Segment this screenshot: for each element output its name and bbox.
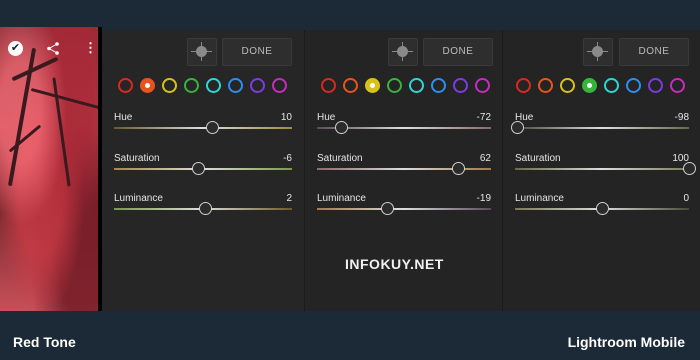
slider-handle[interactable] (683, 162, 696, 175)
slider-label: Luminance (317, 193, 366, 204)
slider-track[interactable] (515, 168, 689, 170)
slider-value: -98 (674, 112, 689, 123)
slider-handle[interactable] (335, 121, 349, 134)
slider-label: Hue (317, 112, 336, 123)
slider-value: -6 (283, 153, 292, 164)
red-forest-photo (0, 27, 102, 311)
share-icon[interactable] (47, 42, 59, 55)
done-button[interactable]: DONE (619, 38, 689, 66)
color-swatch[interactable] (118, 78, 133, 93)
color-swatch[interactable] (140, 78, 155, 93)
targeted-adjustment-button[interactable] (388, 38, 418, 66)
done-button[interactable]: DONE (222, 38, 292, 66)
color-swatch[interactable] (387, 78, 402, 93)
more-vertical-icon[interactable]: ⋮ (84, 41, 97, 54)
slider-handle[interactable] (198, 202, 212, 215)
color-swatch[interactable] (648, 78, 663, 93)
caption-red-tone: Red Tone (13, 334, 76, 350)
color-swatch[interactable] (250, 78, 265, 93)
targeted-adjustment-button[interactable] (583, 38, 613, 66)
panel-toolbar: DONE (305, 38, 503, 66)
color-swatch[interactable] (582, 78, 597, 93)
hsl-panel-red: DONE Hue 10 Saturation -6 Luminance 2 (102, 30, 304, 311)
slider-label: Saturation (317, 153, 363, 164)
color-swatch[interactable] (228, 78, 243, 93)
color-swatch[interactable] (343, 78, 358, 93)
color-swatch[interactable] (560, 78, 575, 93)
slider-value: -72 (476, 112, 491, 123)
slider-value: 0 (683, 193, 689, 204)
hsl-panel-green: DONE Hue -98 Saturation 100 Luminance 0 (502, 30, 700, 311)
color-swatch[interactable] (670, 78, 685, 93)
slider-label: Saturation (515, 153, 561, 164)
slider-handle[interactable] (191, 162, 205, 175)
slider-value: 2 (286, 193, 292, 204)
slider-value: -19 (476, 193, 491, 204)
slider-handle[interactable] (596, 202, 609, 215)
slider-label: Luminance (515, 193, 564, 204)
slider-value: 62 (479, 153, 491, 164)
slider-label: Hue (114, 112, 133, 123)
slider-label: Saturation (114, 153, 160, 164)
slider-track[interactable] (317, 208, 491, 210)
slider-value: 10 (280, 112, 292, 123)
caption-lightroom-mobile: Lightroom Mobile (567, 334, 685, 350)
color-swatch[interactable] (453, 78, 468, 93)
color-swatch[interactable] (516, 78, 531, 93)
color-swatch[interactable] (626, 78, 641, 93)
watermark: INFOKUY.NET (345, 256, 444, 272)
targeted-adjustment-button[interactable] (187, 38, 217, 66)
panel-toolbar: DONE (102, 38, 304, 66)
slider-handle[interactable] (510, 121, 524, 134)
slider-handle[interactable] (451, 162, 465, 175)
done-button[interactable]: DONE (423, 38, 493, 66)
slider-label: Luminance (114, 193, 163, 204)
color-swatch[interactable] (162, 78, 177, 93)
panel-toolbar: DONE (503, 38, 700, 66)
slider-track[interactable] (515, 127, 689, 129)
slider-track[interactable] (114, 127, 292, 129)
color-swatch[interactable] (272, 78, 287, 93)
check-circle-icon[interactable]: ✔ (8, 41, 23, 56)
color-swatch[interactable] (206, 78, 221, 93)
color-swatch[interactable] (538, 78, 553, 93)
color-swatch[interactable] (321, 78, 336, 93)
slider-handle[interactable] (380, 202, 394, 215)
photo-preview: ✔ ⋮ (0, 27, 102, 311)
color-swatch[interactable] (365, 78, 380, 93)
slider-handle[interactable] (205, 121, 219, 134)
color-swatch[interactable] (475, 78, 490, 93)
color-swatch[interactable] (431, 78, 446, 93)
color-swatch[interactable] (184, 78, 199, 93)
color-swatch[interactable] (409, 78, 424, 93)
photo-toolbar: ✔ ⋮ (0, 40, 102, 58)
color-swatch[interactable] (604, 78, 619, 93)
